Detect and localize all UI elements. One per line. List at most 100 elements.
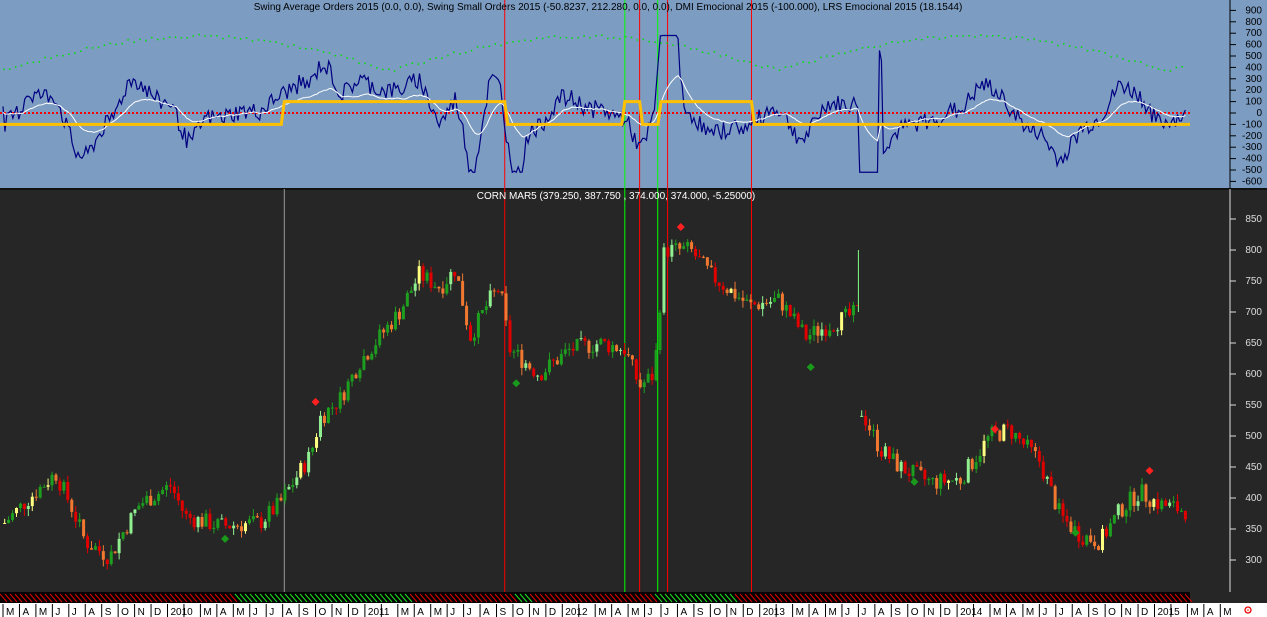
green-dot xyxy=(861,47,864,49)
indicator-tick-label: 600 xyxy=(1245,40,1262,51)
green-dot xyxy=(8,68,11,70)
candle-body xyxy=(228,525,232,529)
green-dot xyxy=(162,37,165,40)
candle-body xyxy=(208,513,212,530)
price-tick-label: 800 xyxy=(1245,245,1262,256)
candle-body xyxy=(299,463,303,478)
green-dot xyxy=(506,42,508,44)
green-dot xyxy=(1021,36,1024,39)
month-label: M xyxy=(401,607,409,617)
candle-body xyxy=(607,341,611,353)
candle-body xyxy=(848,308,852,316)
green-dot xyxy=(838,52,840,55)
candle-body xyxy=(322,415,326,423)
candle-body xyxy=(469,325,473,341)
green-dot xyxy=(565,36,568,39)
candle-body xyxy=(520,349,524,368)
month-label: S xyxy=(697,607,704,617)
candle-body xyxy=(773,297,777,302)
candle-body xyxy=(275,497,279,515)
candle-body xyxy=(646,373,650,383)
candlestick xyxy=(662,243,666,315)
candlestick xyxy=(508,315,512,357)
candle-body xyxy=(978,456,982,463)
candle-body xyxy=(504,293,508,321)
green-dot xyxy=(20,64,23,67)
candle-body xyxy=(1089,535,1093,542)
green-dot xyxy=(997,34,1000,37)
candle-body xyxy=(911,465,915,476)
green-dot xyxy=(535,37,538,39)
candle-body xyxy=(287,487,291,490)
candle-body xyxy=(1136,501,1140,506)
green-dot xyxy=(778,69,781,72)
candle-body xyxy=(445,284,449,294)
candle-body xyxy=(271,505,275,515)
candlestick xyxy=(1002,423,1006,442)
green-dot xyxy=(772,66,775,69)
candle-body xyxy=(14,507,18,514)
candle-body xyxy=(579,338,583,340)
green-dot xyxy=(405,64,408,66)
green-dot xyxy=(577,37,579,39)
candle-body xyxy=(1014,432,1018,439)
green-dot xyxy=(1027,38,1030,41)
green-dot xyxy=(222,37,224,40)
green-dot xyxy=(251,40,254,42)
month-label: J xyxy=(72,607,77,617)
candle-body xyxy=(630,355,634,360)
pane-divider[interactable] xyxy=(0,188,1267,190)
candle-body xyxy=(303,463,307,473)
green-dot xyxy=(790,65,793,68)
candlestick xyxy=(405,290,409,307)
candle-body xyxy=(776,293,780,298)
indicator-tick-label: 200 xyxy=(1245,85,1262,96)
candle-body xyxy=(437,286,441,289)
green-dot xyxy=(909,39,911,42)
candle-body xyxy=(555,360,559,365)
green-dot xyxy=(1181,66,1183,68)
price-tick-label: 700 xyxy=(1245,307,1262,318)
candle-body xyxy=(283,489,287,501)
candle-body xyxy=(141,503,145,506)
green-dot xyxy=(411,62,414,64)
month-label: M xyxy=(829,607,837,617)
candle-body xyxy=(232,525,236,529)
green-dot xyxy=(151,36,153,39)
month-label: A xyxy=(22,607,29,617)
candle-body xyxy=(374,345,378,354)
candle-body xyxy=(484,306,488,311)
candle-body xyxy=(1057,503,1061,510)
candle-body xyxy=(563,349,567,354)
month-label: A xyxy=(878,607,885,617)
candle-body xyxy=(682,246,686,249)
candle-body xyxy=(30,496,34,507)
green-dot xyxy=(393,70,396,72)
indicator-tick-label: 100 xyxy=(1245,97,1262,108)
green-dot xyxy=(749,61,751,63)
candle-body xyxy=(421,266,425,281)
candlestick xyxy=(575,338,579,352)
month-label: D xyxy=(746,607,753,617)
candle-body xyxy=(1022,438,1026,445)
month-label: J xyxy=(1042,607,1047,617)
month-label: M xyxy=(39,607,47,617)
candle-body xyxy=(397,311,401,320)
candle-body xyxy=(109,551,113,565)
candle-body xyxy=(626,354,630,356)
candle-body xyxy=(476,312,480,338)
month-label: N xyxy=(138,607,145,617)
candle-body xyxy=(315,437,319,448)
candlestick xyxy=(299,460,303,480)
chart-canvas[interactable]: 9008007006005004003002001000-100-200-300… xyxy=(0,0,1267,617)
candle-body xyxy=(472,337,476,341)
candle-body xyxy=(536,375,540,377)
green-dot xyxy=(867,46,870,49)
candle-body xyxy=(658,312,662,351)
candle-body xyxy=(350,374,354,382)
candle-body xyxy=(425,272,429,281)
candlestick xyxy=(326,406,330,424)
green-dot xyxy=(1051,41,1053,43)
green-dot xyxy=(607,37,609,40)
candle-body xyxy=(816,326,820,336)
